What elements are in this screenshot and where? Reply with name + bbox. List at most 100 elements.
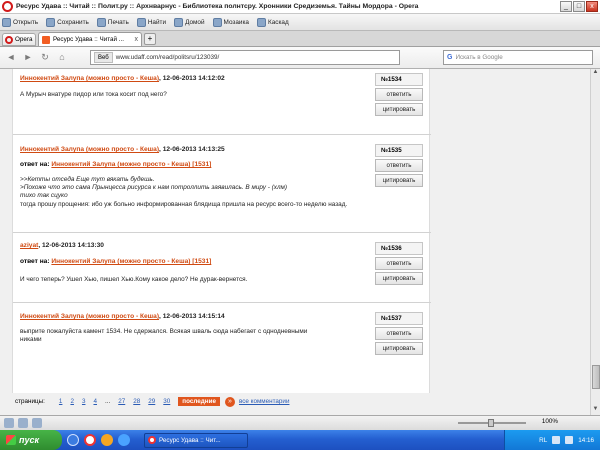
all-comments-link[interactable]: все комментарии	[239, 398, 290, 405]
reply-to-link[interactable]: Иннокентий Залупа (можно просто - Кеша) …	[51, 258, 211, 265]
new-tab-button[interactable]: +	[144, 33, 156, 45]
opera-logo-icon	[148, 436, 156, 444]
open-button[interactable]: Открыть	[2, 17, 38, 27]
maximize-button[interactable]: □	[573, 1, 585, 12]
save-icon	[46, 17, 56, 27]
comment-header: Иннокентий Залупа (можно просто - Кеша),…	[20, 75, 225, 82]
pagination: страницы: 1 2 3 4 ... 27 28 29 30 послед…	[12, 393, 430, 410]
comment-text-line: А Мурыч внатуре пидор или тока косит под…	[20, 91, 167, 98]
find-icon	[136, 17, 146, 27]
url-input[interactable]: Веб www.udaff.com/read/politsru/123039/	[90, 50, 400, 65]
reply-prefix: ответ на:	[20, 258, 52, 265]
comment-date: , 12-06-2013 14:13:25	[159, 146, 225, 153]
ie-quicklaunch-icon[interactable]	[67, 434, 79, 446]
cascade-label: Каскад	[267, 18, 289, 26]
page-link[interactable]: 2	[70, 398, 74, 405]
desktop-quicklaunch-icon[interactable]	[118, 434, 130, 446]
comment-number: №1537	[375, 312, 423, 325]
panel-toggle-icon[interactable]	[4, 418, 14, 428]
comment: Иннокентий Залупа (можно просто - Кеша),…	[13, 135, 431, 233]
comment: aziyat, 12-06-2013 14:13:30 ответ на: Ин…	[13, 233, 431, 303]
tile-button[interactable]: Мозаика	[212, 17, 249, 27]
comment-actions: №1534 ответить цитировать	[375, 73, 425, 118]
reload-button[interactable]: ↻	[38, 51, 52, 65]
tab-active[interactable]: Ресурс Удава :: Читай ... x	[38, 32, 142, 46]
transfers-icon[interactable]	[18, 418, 28, 428]
page-link[interactable]: 27	[118, 398, 125, 405]
page-link[interactable]: 4	[93, 398, 97, 405]
page-link[interactable]: 29	[148, 398, 155, 405]
comment-text: А Мурыч внатуре пидор или тока косит под…	[20, 91, 365, 99]
reply-to: ответ на: Иннокентий Залупа (можно прост…	[20, 258, 211, 265]
quote-button[interactable]: цитировать	[375, 342, 423, 355]
find-button[interactable]: Найти	[136, 17, 166, 27]
minimize-button[interactable]: _	[560, 1, 572, 12]
scroll-down-icon[interactable]: ▼	[591, 406, 600, 415]
close-tab-icon[interactable]: x	[135, 36, 139, 43]
reply-button[interactable]: ответить	[375, 257, 423, 270]
page-ellipsis: ...	[104, 398, 111, 405]
taskbar: пуск Ресурс Удава :: Чит... RL 14:16	[0, 430, 600, 450]
favicon-icon	[42, 35, 50, 44]
home-toolbar-button[interactable]: Домой	[174, 17, 205, 27]
zoom-slider-handle[interactable]	[488, 419, 494, 427]
opera-menu-label: Opera	[15, 36, 33, 43]
quote-line: >>Кетты отседа Еще тут вякать будешь.	[20, 176, 155, 183]
opera-logo-icon	[2, 1, 13, 12]
home-button[interactable]: ⌂	[55, 51, 69, 65]
reply-button[interactable]: ответить	[375, 327, 423, 340]
comment-author-link[interactable]: Иннокентий Залупа (можно просто - Кеша)	[20, 313, 159, 320]
home-icon	[174, 17, 184, 27]
chrome-quicklaunch-icon[interactable]	[101, 434, 113, 446]
print-button[interactable]: Печать	[96, 17, 129, 27]
clock: 14:16	[578, 436, 594, 444]
arrow-icon[interactable]: »	[224, 396, 235, 407]
comment-text-line: тогда прошу прощения: ибо уж больно инфо…	[20, 200, 348, 208]
page-link[interactable]: 30	[163, 398, 170, 405]
scrollbar-thumb[interactable]	[592, 365, 600, 389]
status-bar: 100%	[0, 415, 600, 430]
reply-prefix: ответ на:	[20, 161, 52, 168]
page-link[interactable]: 28	[133, 398, 140, 405]
comments-list: Иннокентий Залупа (можно просто - Кеша),…	[12, 69, 431, 405]
comment-author-link[interactable]: Иннокентий Залупа (можно просто - Кеша)	[20, 146, 159, 153]
comment-number: №1535	[375, 144, 423, 157]
opera-quicklaunch-icon[interactable]	[84, 434, 96, 446]
back-button[interactable]: ◄	[4, 51, 18, 65]
address-bar: ◄ ► ↻ ⌂ Веб www.udaff.com/read/politsru/…	[0, 47, 600, 69]
reply-to-link[interactable]: Иннокентий Залупа (можно просто - Кеша) …	[51, 161, 211, 168]
quote-button[interactable]: цитировать	[375, 103, 423, 116]
comment-author-link[interactable]: aziyat	[20, 242, 38, 249]
reply-button[interactable]: ответить	[375, 159, 423, 172]
opera-unite-icon[interactable]	[32, 418, 42, 428]
folder-icon	[2, 17, 11, 27]
comment-author-link[interactable]: Иннокентий Залупа (можно просто - Кеша)	[20, 75, 159, 82]
reply-button[interactable]: ответить	[375, 88, 423, 101]
comment-header: Иннокентий Залупа (можно просто - Кеша),…	[20, 313, 225, 320]
search-input[interactable]: G Искать в Google	[443, 50, 593, 65]
opera-menu-button[interactable]: Opera	[2, 33, 36, 46]
language-indicator[interactable]: RL	[539, 437, 547, 444]
pagination-label: страницы:	[15, 398, 45, 405]
vertical-scrollbar[interactable]: ▲ ▼	[590, 69, 600, 415]
quote-button[interactable]: цитировать	[375, 272, 423, 285]
page-link[interactable]: 1	[59, 398, 63, 405]
quote-button[interactable]: цитировать	[375, 174, 423, 187]
scroll-up-icon[interactable]: ▲	[591, 69, 600, 78]
taskbar-window-button[interactable]: Ресурс Удава :: Чит...	[144, 432, 248, 448]
comment-date: , 12-06-2013 14:13:30	[38, 242, 104, 249]
save-button[interactable]: Сохранить	[46, 17, 89, 27]
tile-label: Мозаика	[223, 18, 249, 26]
close-window-button[interactable]: x	[586, 1, 598, 12]
last-comments-button[interactable]: последние	[178, 397, 220, 406]
search-placeholder: Искать в Google	[455, 54, 503, 61]
page-link[interactable]: 3	[82, 398, 86, 405]
forward-button[interactable]: ►	[21, 51, 35, 65]
quote-line: тихо так сцуко	[20, 192, 68, 200]
volume-icon[interactable]	[565, 436, 574, 444]
comment-actions: №1535 ответить цитировать	[375, 144, 425, 189]
cascade-button[interactable]: Каскад	[256, 17, 289, 27]
network-icon[interactable]	[552, 436, 561, 444]
comment-actions: №1537 ответить цитировать	[375, 312, 425, 357]
start-button[interactable]: пуск	[0, 430, 62, 450]
